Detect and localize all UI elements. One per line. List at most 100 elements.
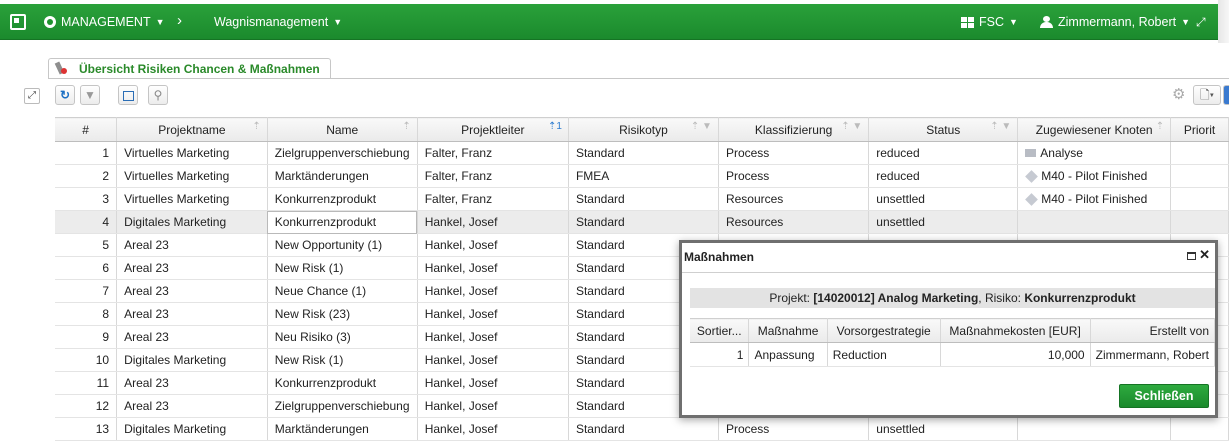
table-row[interactable]: 1 Virtuelles Marketing Zielgruppenverschie…	[55, 141, 1229, 165]
cell-name[interactable]: Konkurrenzprodukt	[267, 187, 418, 211]
table-row[interactable]: 3 Virtuelles Marketing Konkurrenzprodukt Fa…	[55, 187, 1229, 211]
cell-number[interactable]: 4	[55, 210, 118, 234]
app-menu-icon[interactable]	[10, 14, 26, 30]
cell-risikotyp[interactable]: Standard	[568, 141, 719, 165]
cell-projektname[interactable]: Areal 23	[116, 394, 268, 418]
cell-projektname[interactable]: Digitales Marketing	[116, 417, 268, 441]
cell-kosten[interactable]: 10,000	[940, 342, 1091, 367]
document-button[interactable]: 🗋▾	[1193, 85, 1221, 105]
cell-number[interactable]: 9	[55, 325, 118, 349]
cell-status[interactable]: unsettled	[868, 417, 1019, 441]
org-menu[interactable]: FSC ▼	[961, 15, 1018, 29]
cell-number[interactable]: 11	[55, 371, 118, 395]
cell-name[interactable]: Marktänderungen	[267, 164, 418, 188]
col-header-knoten[interactable]: Zugewiesener Knoten ⇡	[1017, 117, 1172, 142]
cell-number[interactable]: 2	[55, 164, 118, 188]
cell-projektleiter[interactable]: Falter, Franz	[416, 187, 569, 211]
col-header-status[interactable]: Status ⇡ ▼	[868, 117, 1019, 142]
cell-risikotyp[interactable]: Standard	[568, 187, 719, 211]
cell-klassifizierung[interactable]: Process	[718, 164, 870, 188]
cell-knoten[interactable]: Analyse	[1017, 141, 1172, 165]
close-icon[interactable]: ✕	[1199, 247, 1210, 263]
cell-projektname[interactable]: Areal 23	[116, 302, 268, 326]
cell-projektleiter[interactable]: Falter, Franz	[416, 141, 569, 165]
col-header-klassifizierung[interactable]: Klassifizierung ⇡ ▼	[718, 117, 870, 142]
col-header-projektname[interactable]: Projektname ⇡	[116, 117, 268, 142]
cell-knoten[interactable]: M40 - Pilot Finished	[1017, 164, 1172, 188]
filter-sort-icon[interactable]: ⇡ ▼	[841, 121, 862, 132]
sort-asc-icon[interactable]: ⇡1	[548, 121, 562, 132]
cell-number[interactable]: 1	[55, 141, 118, 165]
col-header-sortierung[interactable]: Sortier...	[690, 318, 750, 343]
search-button[interactable]: ⚲	[148, 85, 168, 105]
cell-klassifizierung[interactable]: Resources	[718, 187, 870, 211]
cell-name[interactable]: New Risk (23)	[267, 302, 418, 326]
cell-risikotyp[interactable]: Standard	[568, 417, 719, 441]
cell-knoten[interactable]: M40 - Pilot Finished	[1017, 187, 1172, 211]
cell-status[interactable]: unsettled	[868, 187, 1019, 211]
cell-status[interactable]: unsettled	[868, 210, 1019, 234]
module-menu[interactable]: Wagnismanagement ▼	[214, 15, 342, 29]
cell-projektname[interactable]: Areal 23	[116, 371, 268, 395]
cell-name[interactable]: Konkurrenzprodukt	[267, 371, 418, 395]
blue-button[interactable]	[1223, 85, 1229, 105]
cell-projektname[interactable]: Virtuelles Marketing	[116, 141, 268, 165]
cell-klassifizierung[interactable]: Process	[718, 417, 870, 441]
cell-projektname[interactable]: Digitales Marketing	[116, 210, 268, 234]
gear-icon[interactable]: ⚙	[1172, 87, 1188, 103]
cell-erstellt-von[interactable]: Zimmermann, Robert	[1090, 342, 1216, 367]
col-header-vorsorgestrategie[interactable]: Vorsorgestrategie	[827, 318, 941, 343]
cell-projektleiter[interactable]: Hankel, Josef	[416, 371, 569, 395]
table-row[interactable]: 13 Digitales Marketing Marktänderungen Hank…	[55, 417, 1229, 441]
cell-name[interactable]: New Risk (1)	[267, 256, 418, 280]
filter-sort-icon[interactable]: ⇡ ▼	[990, 121, 1011, 132]
cell-projektname[interactable]: Virtuelles Marketing	[116, 164, 268, 188]
cell-prioritaet[interactable]	[1170, 417, 1229, 441]
cell-number[interactable]: 13	[55, 417, 118, 441]
cell-projektname[interactable]: Areal 23	[116, 279, 268, 303]
cell-projektname[interactable]: Areal 23	[116, 233, 268, 257]
cell-projektname[interactable]: Areal 23	[116, 325, 268, 349]
cell-name[interactable]: Konkurrenzprodukt	[267, 210, 418, 234]
col-header-prioritaet[interactable]: Priorit	[1170, 117, 1229, 142]
col-header-name[interactable]: Name ⇡	[267, 117, 418, 142]
cell-prioritaet[interactable]	[1170, 164, 1229, 188]
cell-name[interactable]: Neue Chance (1)	[267, 279, 418, 303]
cell-prioritaet[interactable]	[1170, 187, 1229, 211]
cell-knoten[interactable]	[1017, 417, 1172, 441]
cell-name[interactable]: Neu Risiko (3)	[267, 325, 418, 349]
cell-name[interactable]: New Opportunity (1)	[267, 233, 418, 257]
cell-name[interactable]: New Risk (1)	[267, 348, 418, 372]
cell-prioritaet[interactable]	[1170, 210, 1229, 234]
filter-button[interactable]: ▼	[80, 85, 100, 105]
cell-projektleiter[interactable]: Hankel, Josef	[416, 233, 569, 257]
cell-klassifizierung[interactable]: Resources	[718, 210, 870, 234]
cell-projektname[interactable]: Areal 23	[116, 256, 268, 280]
col-header-risikotyp[interactable]: Risikotyp ⇡ ▼	[568, 117, 719, 142]
schliessen-button[interactable]: Schließen	[1119, 384, 1209, 408]
col-header-massnahme[interactable]: Maßnahme	[748, 318, 828, 343]
cell-number[interactable]: 7	[55, 279, 118, 303]
cell-number[interactable]: 5	[55, 233, 118, 257]
cell-klassifizierung[interactable]: Process	[718, 141, 870, 165]
col-header-projektleiter[interactable]: Projektleiter ⇡1	[417, 117, 569, 142]
cell-massnahme[interactable]: Anpassung	[748, 342, 828, 367]
cell-risikotyp[interactable]: Standard	[568, 210, 719, 234]
maximize-icon[interactable]	[1187, 252, 1196, 260]
cell-projektleiter[interactable]: Hankel, Josef	[416, 256, 569, 280]
expand-icon[interactable]: ⤢	[24, 88, 40, 104]
export-button[interactable]	[118, 85, 138, 105]
cell-status[interactable]: reduced	[868, 141, 1019, 165]
refresh-button[interactable]: ↻	[55, 85, 75, 105]
cell-projektleiter[interactable]: Hankel, Josef	[416, 279, 569, 303]
col-header-kosten[interactable]: Maßnahmekosten [EUR]	[940, 318, 1091, 343]
fullscreen-icon[interactable]: ⤢	[1196, 15, 1206, 30]
cell-number[interactable]: 10	[55, 348, 118, 372]
table-row[interactable]: 1 Anpassung Reduction 10,000 Zimmermann, Rob…	[690, 342, 1216, 367]
sort-icon[interactable]: ⇡	[1156, 121, 1164, 132]
sort-icon[interactable]: ⇡	[252, 121, 260, 132]
management-menu[interactable]: MANAGEMENT ▼	[44, 15, 165, 29]
col-header-number[interactable]: #	[55, 117, 118, 142]
filter-sort-icon[interactable]: ⇡ ▼	[691, 121, 712, 132]
cell-name[interactable]: Marktänderungen	[267, 417, 418, 441]
